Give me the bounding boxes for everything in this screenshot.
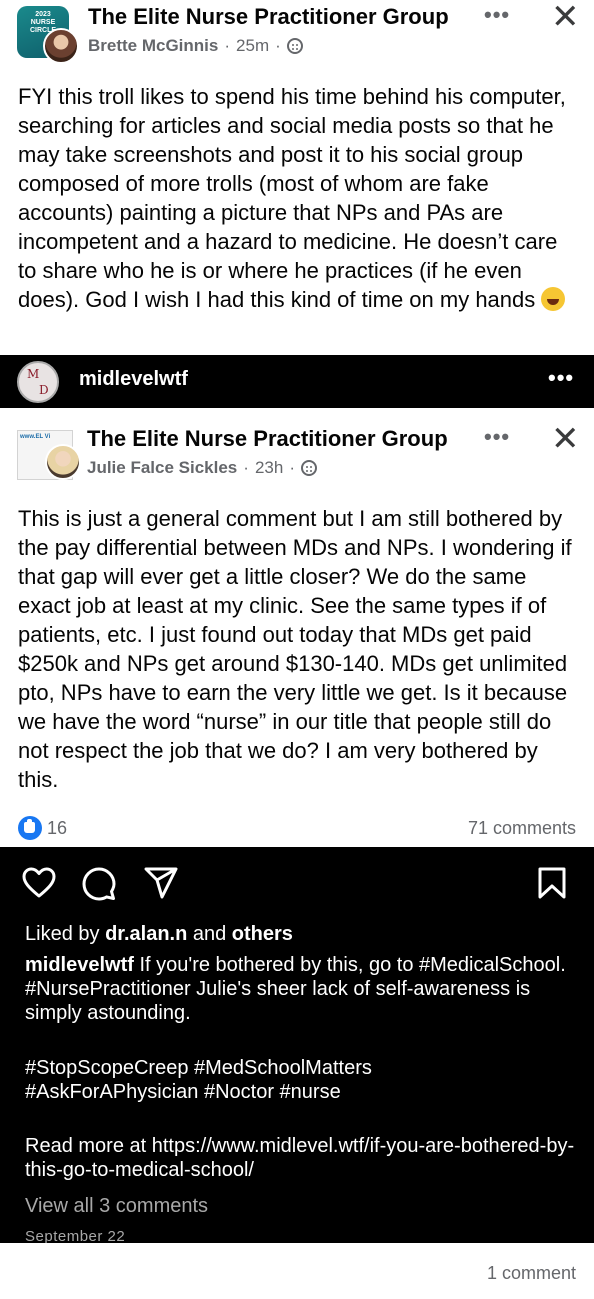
liked-by-line: Liked by dr.alan.n and others bbox=[25, 922, 575, 946]
inner-post-avatar[interactable]: www.EL Vi bbox=[17, 424, 81, 482]
post-date: September 22 bbox=[25, 1228, 126, 1243]
read-more-link[interactable]: Read more at https://www.midlevel.wtf/if… bbox=[25, 1134, 575, 1182]
inner-close-icon[interactable]: ✕ bbox=[551, 419, 580, 459]
liked-by-prefix: Liked by bbox=[25, 923, 106, 945]
outer-post-header: 2023 NURSE CIRCLE The Elite Nurse Practi… bbox=[0, 0, 594, 68]
author-name[interactable]: Brette McGinnis bbox=[88, 36, 218, 56]
avatar-letter-d: D bbox=[39, 383, 49, 397]
hashtags-line-1[interactable]: #StopScopeCreep #MedSchoolMatters bbox=[25, 1056, 575, 1080]
reaction-summary[interactable]: 16 bbox=[18, 816, 67, 840]
audience-icon bbox=[286, 38, 303, 54]
outer-post-text: FYI this troll likes to spend his time b… bbox=[18, 84, 566, 312]
inner-group-name[interactable]: The Elite Nurse Practitioner Group bbox=[87, 426, 448, 452]
inner-author-avatar[interactable] bbox=[45, 444, 81, 480]
post-time[interactable]: 25m bbox=[236, 36, 269, 56]
liked-by-others[interactable]: others bbox=[232, 923, 293, 945]
meta-separator: · bbox=[275, 36, 281, 55]
share-icon[interactable] bbox=[144, 867, 178, 899]
view-all-comments[interactable]: View all 3 comments bbox=[25, 1194, 575, 1218]
like-icon bbox=[18, 816, 42, 840]
instagram-more-icon[interactable]: ••• bbox=[548, 365, 574, 391]
inner-comment-count[interactable]: 71 comments bbox=[468, 818, 576, 839]
more-options-icon[interactable]: ••• bbox=[484, 2, 510, 28]
avatar-letter-m: M bbox=[27, 367, 40, 381]
meta-separator: · bbox=[289, 458, 295, 477]
inner-post: www.EL Vi The Elite Nurse Practitioner G… bbox=[0, 408, 594, 846]
instagram-actions bbox=[22, 867, 572, 903]
instagram-header: M D midlevelwtf ••• bbox=[0, 355, 594, 408]
caption: midlevelwtf If you're bothered by this, … bbox=[25, 953, 575, 1025]
inner-thumbnail-text: www.EL Vi bbox=[20, 434, 51, 440]
instagram-avatar[interactable]: M D bbox=[17, 361, 59, 403]
inner-post-body: This is just a general comment but I am … bbox=[18, 506, 572, 792]
inner-more-options-icon[interactable]: ••• bbox=[484, 424, 510, 450]
inner-post-meta: Julie Falce Sickles · 23h · bbox=[87, 458, 317, 478]
post-meta: Brette McGinnis · 25m · bbox=[88, 36, 303, 56]
liked-by-and: and bbox=[187, 923, 232, 945]
heart-icon[interactable] bbox=[22, 867, 56, 899]
laughing-emoji-icon bbox=[541, 287, 566, 311]
hashtags-line-2[interactable]: #AskForAPhysician #Noctor #nurse bbox=[25, 1080, 575, 1104]
author-avatar[interactable] bbox=[43, 28, 79, 64]
inner-audience-icon bbox=[300, 460, 317, 476]
save-bookmark-icon[interactable] bbox=[538, 867, 566, 899]
comment-icon[interactable] bbox=[82, 867, 116, 901]
inner-post-time[interactable]: 23h bbox=[255, 458, 283, 478]
close-icon[interactable]: ✕ bbox=[551, 0, 580, 37]
meta-separator: · bbox=[243, 458, 249, 477]
meta-separator: · bbox=[224, 36, 231, 55]
liked-by-user[interactable]: dr.alan.n bbox=[105, 923, 187, 945]
like-count: 16 bbox=[47, 817, 68, 838]
instagram-handle[interactable]: midlevelwtf bbox=[79, 368, 188, 391]
inner-author-name[interactable]: Julie Falce Sickles bbox=[87, 458, 237, 478]
caption-username[interactable]: midlevelwtf bbox=[25, 954, 134, 976]
group-name[interactable]: The Elite Nurse Practitioner Group bbox=[88, 4, 449, 30]
outer-comment-count[interactable]: 1 comment bbox=[487, 1263, 576, 1284]
instagram-footer: Liked by dr.alan.n and others midlevelwt… bbox=[0, 847, 594, 1243]
outer-post-body: FYI this troll likes to spend his time b… bbox=[18, 82, 578, 314]
outer-post-avatar[interactable]: 2023 NURSE CIRCLE bbox=[17, 6, 79, 64]
